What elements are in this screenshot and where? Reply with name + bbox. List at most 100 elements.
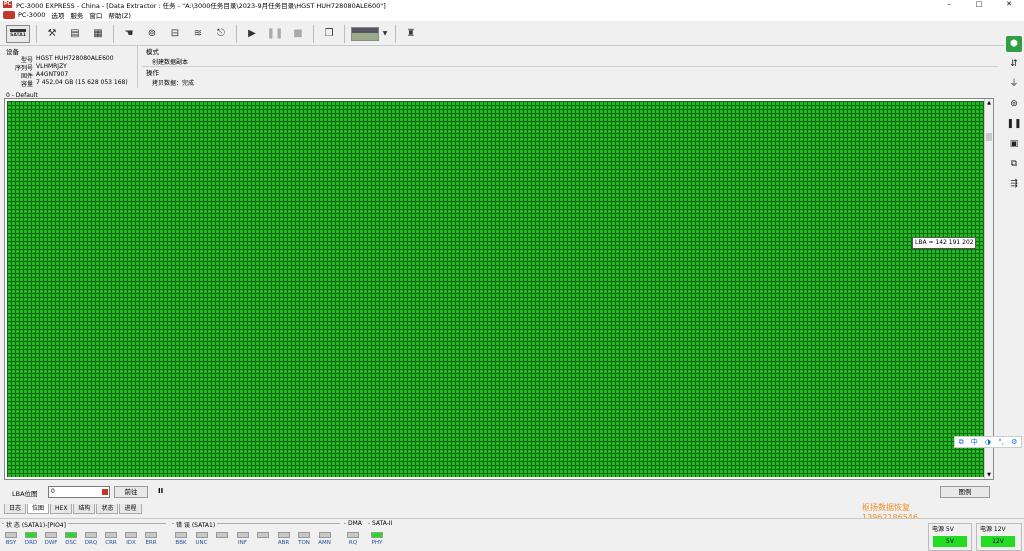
led-label: DRD xyxy=(24,540,38,546)
clear-input-icon[interactable] xyxy=(102,489,108,495)
ime-language-indicator[interactable]: 中 xyxy=(971,437,978,447)
disk-stack-icon[interactable]: ≋ xyxy=(189,25,207,43)
tab-log[interactable]: 日志 xyxy=(4,504,27,514)
legend-button[interactable]: 图例 xyxy=(940,486,990,498)
buffer-icon[interactable]: ▣ xyxy=(1006,136,1022,152)
drive-power-icon[interactable]: ⬢ xyxy=(1006,36,1022,52)
app-icon: PC xyxy=(3,1,12,8)
cable-icon[interactable]: ⇶ xyxy=(1006,176,1022,192)
stop-icon[interactable]: ■ xyxy=(289,25,307,43)
punctuation-icon[interactable]: °, xyxy=(998,438,1004,446)
main-toolbar: SATA1 ⚒ ▤ ▦ ☚ ⊚ ⊟ ≋ ⎋ ▶ ❚❚ ■ ❐ ▼ ♜ xyxy=(0,22,1004,46)
status-led: UNC xyxy=(193,532,211,546)
ime-mode-icon[interactable]: ⧉ xyxy=(959,438,964,447)
play-icon[interactable]: ▶ xyxy=(243,25,261,43)
chevron-down-icon[interactable]: ▼ xyxy=(381,25,389,43)
led-lamp xyxy=(175,532,187,538)
gear-icon[interactable]: ⚙ xyxy=(1011,438,1017,446)
tab-status[interactable]: 状态 xyxy=(96,504,119,514)
led-lamp xyxy=(318,532,331,538)
menu-pc3000[interactable]: PC-3000 xyxy=(18,11,45,19)
led-lamp xyxy=(257,532,269,538)
maximize-button[interactable]: □ xyxy=(964,0,994,9)
menu-options[interactable]: 选项 xyxy=(51,10,64,20)
dma-title: DMA xyxy=(346,520,364,527)
operation-value: 拷贝数据：完成 xyxy=(152,80,195,87)
status-led: ERR xyxy=(142,532,160,546)
eject-icon[interactable]: ⧉ xyxy=(1006,156,1022,172)
device-capacity-label: 容量 xyxy=(20,81,33,88)
menu-help[interactable]: 帮助(Z) xyxy=(108,10,131,20)
led-label: RQ xyxy=(348,540,358,546)
reset-icon[interactable]: ⇵ xyxy=(1006,56,1022,72)
pause-icon[interactable]: ❚❚ xyxy=(266,25,284,43)
dma-group: DMA RQ xyxy=(344,520,364,551)
error-register-title: 错 误 (SATA1) xyxy=(174,520,218,529)
drive-icon[interactable]: ⊟ xyxy=(166,25,184,43)
table-icon[interactable]: ▦ xyxy=(89,25,107,43)
device-model-label: 型号 xyxy=(20,57,33,64)
led-lamp xyxy=(145,532,157,538)
sata-port-button[interactable]: SATA1 xyxy=(6,24,30,43)
menu-service[interactable]: 服务 xyxy=(70,10,83,20)
scroll-down-icon[interactable]: ▼ xyxy=(985,471,993,479)
scroll-up-icon[interactable]: ▲ xyxy=(985,99,993,107)
sata-connector-icon xyxy=(10,29,26,32)
copy-window-icon[interactable]: ❐ xyxy=(320,25,338,43)
led-label: CRR xyxy=(105,540,117,546)
document-icon[interactable]: ▤ xyxy=(66,25,84,43)
watermark-line1: 枢扬数据恢复 xyxy=(862,503,910,512)
tab-process[interactable]: 进程 xyxy=(119,504,142,514)
led-label: DRQ xyxy=(84,540,98,546)
pause-button[interactable]: II xyxy=(158,487,163,495)
pause-icon[interactable]: ❚❚ xyxy=(1006,116,1022,132)
status-led: BSY xyxy=(2,532,20,546)
hand-icon[interactable]: ☚ xyxy=(120,25,138,43)
device-group: 设备 型号 HGST HUH728080ALE600 序列号 VLHMRJZY … xyxy=(4,46,138,88)
led-lamp xyxy=(125,532,137,538)
sata-port-label: SATA1 xyxy=(10,33,26,38)
binoculars-icon[interactable]: ⊚ xyxy=(143,25,161,43)
led-lamp xyxy=(236,532,249,538)
toolbar-separator xyxy=(36,24,37,43)
toolbar-separator xyxy=(344,24,345,43)
power-cycle-icon[interactable]: ⏚ xyxy=(1006,76,1022,92)
tab-hex[interactable]: HEX xyxy=(50,504,73,514)
mode-title: 模式 xyxy=(146,48,159,56)
motor-icon[interactable]: ⊚ xyxy=(1006,96,1022,112)
user-switch-icon[interactable]: ♜ xyxy=(402,25,420,43)
state-register-title: 状 态 (SATA1)-[PIO4] xyxy=(4,520,68,529)
close-button[interactable]: ✕ xyxy=(994,0,1024,9)
led-lamp xyxy=(45,532,57,538)
device-serial-value: VLHMRJZY xyxy=(36,63,67,70)
lba-input[interactable]: 0 xyxy=(48,486,110,498)
device-capacity-value: 7 452,04 GB (15 628 053 168) xyxy=(36,79,128,86)
menu-window[interactable]: 窗口 xyxy=(89,10,102,20)
device-capacity-row: 容量 7 452,04 GB (15 628 053 168) xyxy=(4,79,138,88)
device-firmware-row: 固件 A4GNT907 xyxy=(4,71,138,80)
ime-toolbar: ⧉ 中 ◑ °, ⚙ xyxy=(954,436,1022,448)
status-led: DRD xyxy=(22,532,40,546)
status-led xyxy=(213,532,231,540)
moon-icon[interactable]: ◑ xyxy=(985,438,991,446)
power-12v-indicator[interactable]: 12V xyxy=(981,536,1015,547)
device-firmware-value: A4GNT907 xyxy=(36,71,69,78)
export-icon[interactable]: ⎋ xyxy=(212,25,230,43)
power-5v-indicator[interactable]: 5V xyxy=(933,536,967,547)
map-view-selector[interactable] xyxy=(351,26,379,41)
tools-icon[interactable]: ⚒ xyxy=(43,25,61,43)
map-scrollbar[interactable]: ▲ ▼ xyxy=(984,99,993,479)
status-led: INF xyxy=(234,532,252,546)
lba-sector-grid[interactable] xyxy=(7,101,984,477)
tab-structure[interactable]: 结构 xyxy=(73,504,96,514)
led-lamp xyxy=(277,532,290,538)
tab-bitmap[interactable]: 位图 xyxy=(27,504,50,514)
scroll-thumb[interactable] xyxy=(986,133,992,141)
status-led: PHY xyxy=(368,532,386,546)
led-lamp xyxy=(195,532,208,538)
minimize-button[interactable]: – xyxy=(934,0,964,9)
goto-button[interactable]: 前往 xyxy=(114,486,148,498)
led-label: DWF xyxy=(44,540,58,546)
info-panel: 设备 型号 HGST HUH728080ALE600 序列号 VLHMRJZY … xyxy=(4,46,998,88)
led-lamp xyxy=(105,532,117,538)
